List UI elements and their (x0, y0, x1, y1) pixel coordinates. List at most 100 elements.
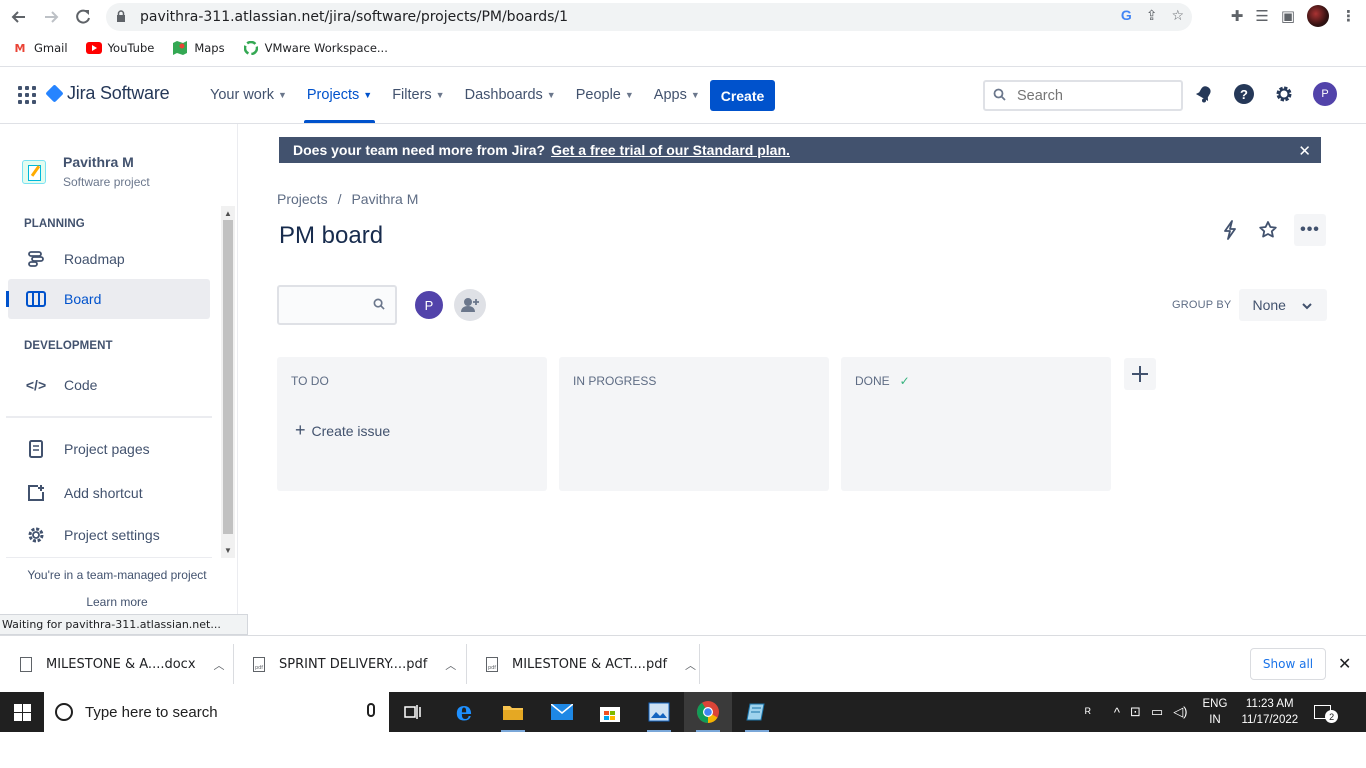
create-issue-button[interactable]: + Create issue (295, 420, 390, 441)
nav-projects[interactable]: Projects ▼ (300, 67, 379, 123)
close-icon[interactable]: ✕ (1298, 142, 1311, 160)
banner-trial-link[interactable]: Get a free trial of our Standard plan. (551, 142, 790, 158)
add-people-icon[interactable] (454, 289, 486, 321)
app-switcher-icon[interactable] (18, 86, 36, 104)
sidebar-item-label: Project settings (64, 527, 160, 543)
bookmark-youtube[interactable]: YouTube (85, 41, 154, 55)
nav-dashboards[interactable]: Dashboards ▼ (458, 67, 563, 123)
sidebar-item-project-settings[interactable]: Project settings (8, 515, 210, 555)
chevron-up-icon[interactable]: ︿ (214, 657, 225, 673)
download-item[interactable]: pdf MILESTONE & ACT....pdf ︿ (486, 636, 696, 693)
download-item[interactable]: pdf SPRINT DELIVERY....pdf ︿ (253, 636, 456, 693)
breadcrumb-project[interactable]: Pavithra M (351, 191, 418, 207)
star-icon[interactable] (1256, 215, 1280, 245)
edge-icon[interactable]: e (440, 692, 488, 732)
sidebar-item-label: Add shortcut (64, 485, 143, 501)
board-search-input[interactable] (277, 285, 397, 325)
network-icon[interactable]: ▭ (1151, 704, 1163, 720)
url-text: pavithra-311.atlassian.net/jira/software… (140, 9, 569, 25)
settings-icon[interactable] (1273, 83, 1295, 105)
nav-filters[interactable]: Filters ▼ (385, 67, 451, 123)
windows-start-icon[interactable] (0, 692, 44, 732)
nav-label: People (575, 87, 621, 103)
share-icon[interactable]: ⇪ (1146, 7, 1158, 24)
bookmark-maps[interactable]: Maps (172, 41, 225, 55)
scroll-down-icon[interactable]: ▼ (224, 546, 232, 555)
bookmarks-bar: M Gmail YouTube Maps VMware Workspace... (0, 35, 1366, 61)
sidebar-scrollbar[interactable]: ▲ ▼ (221, 206, 235, 558)
lightning-icon[interactable] (1218, 215, 1242, 245)
people-icon[interactable]: ᴿ (1085, 705, 1091, 720)
reload-icon[interactable] (67, 1, 99, 33)
learn-more-link[interactable]: Learn more (0, 595, 234, 609)
show-all-button[interactable]: Show all (1250, 648, 1326, 680)
chevron-up-icon[interactable]: ︿ (445, 657, 456, 673)
language-indicator[interactable]: ENG IN (1203, 696, 1228, 728)
google-icon[interactable]: G (1121, 7, 1132, 24)
chevron-up-icon[interactable]: ^ (1114, 705, 1120, 720)
file-explorer-icon[interactable] (489, 692, 537, 732)
windows-taskbar: Type here to search e ᴿ ^ ⊡ ▭ ◁) ENG IN … (0, 692, 1366, 732)
mail-icon[interactable] (538, 692, 586, 732)
bookmark-gmail[interactable]: M Gmail (12, 41, 68, 55)
group-by-select[interactable]: None (1239, 289, 1328, 321)
address-bar[interactable]: pavithra-311.atlassian.net/jira/software… (106, 3, 1192, 31)
create-button[interactable]: Create (710, 80, 775, 111)
scrollbar-thumb[interactable] (223, 220, 233, 534)
volume-icon[interactable]: ◁) (1173, 704, 1187, 720)
photos-icon[interactable] (635, 692, 683, 732)
more-options-icon[interactable]: ••• (1294, 214, 1326, 246)
search-input[interactable] (1017, 87, 1167, 104)
chevron-up-icon[interactable]: ︿ (685, 657, 696, 673)
security-icon[interactable]: ⊡ (1130, 704, 1141, 720)
sidebar-item-project-pages[interactable]: Project pages (8, 429, 210, 469)
gear-icon (24, 526, 48, 544)
upgrade-banner: Does your team need more from Jira? Get … (279, 137, 1321, 163)
taskbar-search[interactable]: Type here to search (44, 692, 389, 732)
clock[interactable]: 11:23 AM 11/17/2022 (1241, 696, 1298, 728)
sidebar-item-label: Roadmap (64, 251, 125, 267)
group-by-label: GROUP BY (1172, 299, 1232, 311)
screen-bottom-margin (0, 732, 1366, 768)
project-header[interactable]: Pavithra M Software project (22, 154, 150, 189)
menu-icon[interactable]: ⋮ (1341, 7, 1356, 25)
nav-your-work[interactable]: Your work ▼ (203, 67, 294, 123)
breadcrumb-projects[interactable]: Projects (277, 191, 328, 207)
bookmark-vmware[interactable]: VMware Workspace... (243, 41, 388, 55)
sidebar-item-code[interactable]: </> Code (8, 365, 210, 405)
avatar[interactable]: P (413, 289, 445, 321)
side-panel-icon[interactable]: ▣ (1281, 7, 1295, 25)
notification-count: 2 (1325, 710, 1339, 723)
download-item[interactable]: MILESTONE & A....docx ︿ (20, 636, 225, 693)
nav-label: Filters (392, 87, 432, 103)
global-search[interactable] (983, 80, 1183, 111)
back-icon[interactable] (3, 1, 35, 33)
search-icon (373, 298, 385, 313)
extensions-icon[interactable]: ✚ (1231, 7, 1244, 25)
store-icon[interactable] (586, 692, 634, 732)
forward-icon[interactable] (35, 1, 67, 33)
nav-people[interactable]: People ▼ (569, 67, 641, 123)
task-view-icon[interactable] (389, 692, 437, 732)
add-column-button[interactable] (1124, 358, 1156, 390)
chrome-icon[interactable] (684, 692, 732, 732)
notifications-icon[interactable] (1193, 83, 1215, 105)
star-icon[interactable]: ☆ (1171, 7, 1184, 24)
sidebar-item-board[interactable]: Board (6, 279, 210, 319)
reading-list-icon[interactable]: ☰ (1255, 7, 1268, 25)
browser-status-text: Waiting for pavithra-311.atlassian.net..… (0, 614, 248, 635)
notification-icon[interactable]: 2 (1312, 701, 1339, 723)
jira-logo[interactable]: Jira Software (45, 83, 170, 104)
help-icon[interactable]: ? (1233, 83, 1255, 105)
profile-avatar[interactable] (1307, 5, 1329, 27)
notepad-icon[interactable] (733, 692, 781, 732)
close-icon[interactable]: ✕ (1338, 654, 1351, 674)
nav-apps[interactable]: Apps ▼ (647, 67, 707, 123)
scroll-up-icon[interactable]: ▲ (224, 209, 232, 218)
plus-icon: + (295, 420, 306, 440)
check-icon: ✓ (899, 374, 910, 388)
avatar[interactable]: P (1313, 82, 1337, 106)
sidebar-item-roadmap[interactable]: Roadmap (8, 239, 210, 279)
microphone-icon[interactable] (367, 703, 375, 717)
sidebar-item-add-shortcut[interactable]: Add shortcut (8, 473, 210, 513)
